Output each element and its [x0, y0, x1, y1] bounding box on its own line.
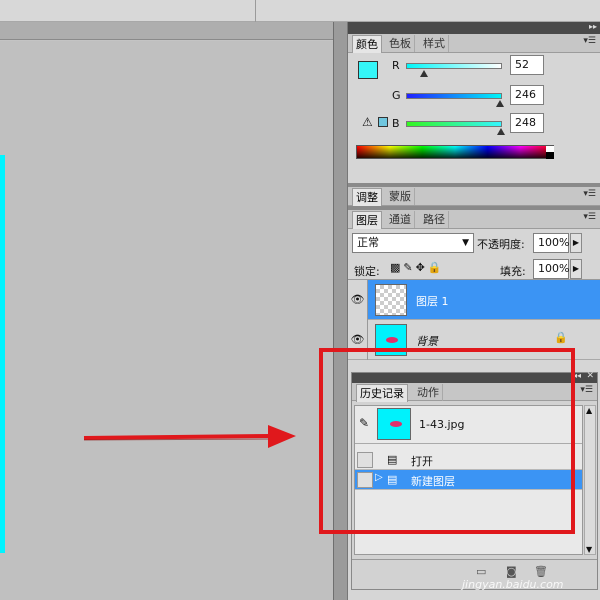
layer-thumbnail [375, 284, 407, 316]
watermark-text: jingyan.baidu.com [462, 578, 564, 591]
foreground-color-swatch[interactable] [358, 61, 378, 79]
g-value-field[interactable]: 246 [510, 85, 544, 105]
panel-menu-icon[interactable]: ▾☰ [580, 385, 593, 395]
canvas-image-edge [0, 155, 5, 553]
blend-mode-value: 正常 [357, 236, 379, 249]
canvas-area[interactable] [0, 41, 333, 600]
black-swatch[interactable] [546, 152, 554, 159]
panel-menu-icon[interactable]: ▾☰ [583, 189, 596, 199]
b-slider[interactable] [406, 121, 502, 127]
opacity-label: 不透明度: [477, 238, 525, 251]
lock-label: 锁定: [354, 265, 380, 278]
tab-color[interactable]: 颜色 [352, 35, 382, 53]
layer-name[interactable]: 背景 [416, 333, 438, 349]
tab-masks[interactable]: 蒙版 [386, 188, 415, 205]
web-safe-color-swatch[interactable] [378, 117, 388, 127]
b-label: B [392, 117, 400, 130]
r-value-field[interactable]: 52 [510, 55, 544, 75]
thumbnail-content [386, 337, 398, 343]
g-slider[interactable] [406, 93, 502, 99]
close-icon[interactable]: ✕ [586, 371, 594, 381]
collapse-icon[interactable]: ▸▸ [589, 22, 597, 31]
r-label: R [392, 59, 400, 72]
r-slider[interactable] [406, 63, 502, 69]
opacity-arrow-icon[interactable]: ▶ [570, 233, 582, 253]
gamut-warning-icon[interactable]: ⚠ [362, 115, 373, 129]
color-panel-tabs: 颜色 色板 样式 ▾☰ [348, 34, 600, 53]
layer-name[interactable]: 图层 1 [416, 293, 449, 309]
document-tab-bar [0, 22, 333, 40]
highlight-box [319, 348, 575, 534]
panel-dock-header: ▸▸ [348, 22, 600, 34]
panel-menu-icon[interactable]: ▾☰ [583, 212, 596, 222]
b-slider-thumb[interactable] [497, 128, 505, 135]
tab-adjustments[interactable]: 调整 [352, 188, 382, 206]
tab-channels[interactable]: 通道 [386, 211, 415, 228]
fill-arrow-icon[interactable]: ▶ [570, 259, 582, 279]
lock-icons[interactable]: ▩✎✥🔒 [390, 261, 445, 274]
tab-styles[interactable]: 样式 [420, 35, 449, 52]
layers-options: 正常 ▼ 不透明度: 100% ▶ 锁定: ▩✎✥🔒 填充: 100% ▶ [348, 229, 600, 279]
trash-icon[interactable]: 🗑 [534, 565, 548, 578]
scroll-up-icon[interactable]: ▲ [586, 406, 592, 415]
tab-paths[interactable]: 路径 [420, 211, 449, 228]
layer-row[interactable]: 👁 图层 1 [348, 280, 600, 320]
b-value-field[interactable]: 248 [510, 113, 544, 133]
tab-swatches[interactable]: 色板 [386, 35, 415, 52]
layers-panel-tabs: 图层 通道 路径 ▾☰ [348, 210, 600, 229]
chevron-down-icon: ▼ [462, 238, 469, 248]
adjust-panel-tabs: 调整 蒙版 ▾☰ [348, 187, 600, 206]
g-label: G [392, 89, 401, 102]
color-panel-body: R 52 G 246 ⚠ B 248 [348, 53, 600, 183]
g-slider-thumb[interactable] [496, 100, 504, 107]
blend-mode-select[interactable]: 正常 ▼ [352, 233, 474, 253]
scroll-down-icon[interactable]: ▼ [586, 545, 592, 554]
fill-field[interactable]: 100% [533, 259, 569, 279]
panel-menu-icon[interactable]: ▾☰ [583, 36, 596, 46]
fill-label: 填充: [500, 265, 526, 278]
history-scrollbar[interactable]: ▲ ▼ [584, 405, 596, 555]
eye-icon[interactable]: 👁 [348, 280, 368, 320]
red-arrow-icon [83, 425, 296, 448]
opacity-field[interactable]: 100% [533, 233, 569, 253]
snapshot-icon[interactable]: ◙ [506, 565, 517, 578]
options-bar [0, 0, 600, 22]
lock-icon: 🔒 [554, 331, 568, 344]
tab-layers[interactable]: 图层 [352, 211, 382, 229]
new-document-icon[interactable]: ▭ [476, 565, 486, 578]
r-slider-thumb[interactable] [420, 70, 428, 77]
color-spectrum-bar[interactable] [356, 145, 554, 159]
